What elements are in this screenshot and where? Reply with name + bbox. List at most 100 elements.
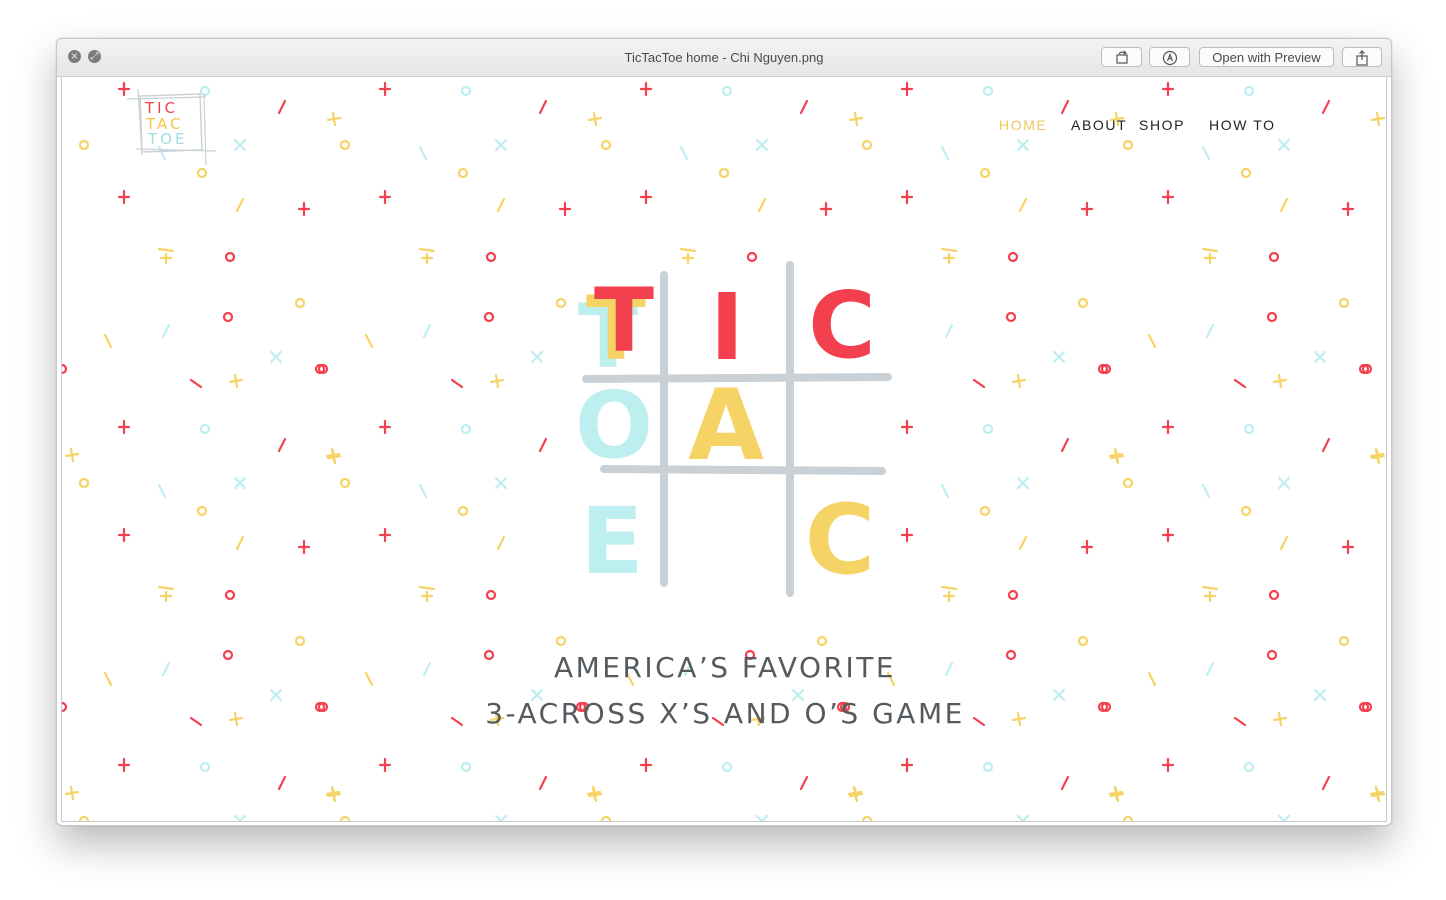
confetti-mark: [1321, 775, 1331, 791]
confetti-mark: [1109, 787, 1125, 803]
confetti-mark: [538, 775, 548, 791]
confetti-mark: [233, 814, 247, 821]
confetti-mark: [1122, 139, 1134, 151]
confetti-mark: [235, 535, 245, 551]
confetti-mark: [157, 247, 175, 265]
confetti-mark: [64, 447, 80, 463]
confetti-mark: [326, 111, 342, 127]
confetti-mark: [1341, 539, 1355, 555]
confetti-mark: [982, 761, 994, 773]
hero-letter-t-red: T: [594, 269, 654, 372]
markup-button[interactable]: [1149, 47, 1190, 67]
rotate-icon: [1115, 50, 1128, 64]
confetti-mark: [721, 761, 733, 773]
confetti-mark: [339, 815, 351, 821]
confetti-mark: [848, 111, 864, 127]
confetti-mark: [1161, 189, 1175, 205]
title-bar[interactable]: × ⤢ TicTacToe home - Chi Nguyen.png Open…: [57, 39, 1391, 77]
confetti-mark: [1060, 437, 1070, 453]
confetti-mark: [1080, 539, 1094, 555]
confetti-mark: [1321, 437, 1331, 453]
confetti-mark: [224, 589, 236, 601]
confetti-mark: [1016, 814, 1030, 821]
confetti-mark: [982, 423, 994, 435]
confetti-mark: [199, 423, 211, 435]
confetti-mark: [117, 757, 131, 773]
confetti-mark: [900, 81, 914, 97]
confetti-mark: [157, 483, 167, 499]
nav-home[interactable]: HOME: [999, 117, 1047, 133]
confetti-mark: [1279, 197, 1289, 213]
confetti-mark: [558, 201, 572, 217]
confetti-mark: [1060, 775, 1070, 791]
confetti-mark: [1122, 477, 1134, 489]
confetti-mark: [1338, 635, 1350, 647]
confetti-mark: [1007, 589, 1019, 601]
confetti-mark: [755, 138, 769, 152]
confetti-mark: [161, 323, 171, 339]
confetti-mark: [378, 419, 392, 435]
confetti-mark: [1011, 373, 1027, 389]
nav-how-to[interactable]: HOW TO: [1209, 117, 1276, 133]
share-button[interactable]: [1342, 47, 1382, 67]
hero-letter-i: I: [710, 274, 744, 381]
confetti-mark: [233, 476, 247, 490]
confetti-mark: [900, 757, 914, 773]
nav-shop[interactable]: SHOP: [1139, 117, 1185, 133]
confetti-mark: [1205, 323, 1215, 339]
confetti-mark: [555, 635, 567, 647]
confetti-mark: [600, 139, 612, 151]
confetti-mark: [1277, 476, 1291, 490]
confetti-mark: [378, 757, 392, 773]
image-viewport: TIC TAC TOE HOME ABOUT SHOP HOW TO T T T…: [61, 76, 1387, 822]
open-with-preview-button[interactable]: Open with Preview: [1199, 47, 1334, 67]
rotate-button[interactable]: [1101, 47, 1142, 67]
confetti-mark: [1161, 419, 1175, 435]
confetti-mark: [496, 197, 506, 213]
confetti-mark: [600, 815, 612, 821]
confetti-mark: [1266, 311, 1278, 323]
confetti-mark: [224, 251, 236, 263]
confetti-mark: [1321, 99, 1331, 115]
confetti-mark: [222, 311, 234, 323]
confetti-mark: [494, 814, 508, 821]
confetti-mark: [233, 138, 247, 152]
confetti-mark: [1005, 311, 1017, 323]
site-logo[interactable]: TIC TAC TOE: [124, 85, 220, 172]
confetti-mark: [1313, 350, 1327, 364]
confetti-mark: [1077, 635, 1089, 647]
nav-about[interactable]: ABOUT: [1071, 117, 1127, 133]
confetti-mark: [418, 585, 436, 603]
confetti-mark: [1122, 815, 1134, 821]
confetti-mark: [450, 378, 464, 389]
confetti-mark: [422, 323, 432, 339]
hero-board: T T T I C O A E C: [575, 261, 892, 597]
confetti-mark: [1272, 373, 1288, 389]
confetti-mark: [1279, 535, 1289, 551]
confetti-mark: [538, 437, 548, 453]
confetti-mark: [1243, 85, 1255, 97]
confetti-mark: [1243, 423, 1255, 435]
confetti-mark: [460, 761, 472, 773]
confetti-mark: [1060, 99, 1070, 115]
confetti-mark: [1240, 167, 1252, 179]
confetti-mark: [1338, 297, 1350, 309]
confetti-mark: [1077, 297, 1089, 309]
confetti-mark: [460, 85, 472, 97]
confetti-mark: [460, 423, 472, 435]
hero-letter-e: E: [581, 488, 644, 595]
confetti-mark: [418, 247, 436, 265]
confetti-mark: [1016, 476, 1030, 490]
confetti-mark: [1201, 483, 1211, 499]
confetti-mark: [196, 505, 208, 517]
tagline-line-2: 3-ACROSS X’S AND O’S GAME: [485, 697, 965, 730]
confetti-mark: [496, 535, 506, 551]
confetti-mark: [900, 189, 914, 205]
confetti-mark: [1147, 333, 1157, 349]
confetti-mark: [294, 635, 306, 647]
confetti-mark: [199, 761, 211, 773]
confetti-mark: [944, 323, 954, 339]
confetti-mark: [799, 99, 809, 115]
confetti-mark: [297, 539, 311, 555]
confetti-mark: [483, 311, 495, 323]
